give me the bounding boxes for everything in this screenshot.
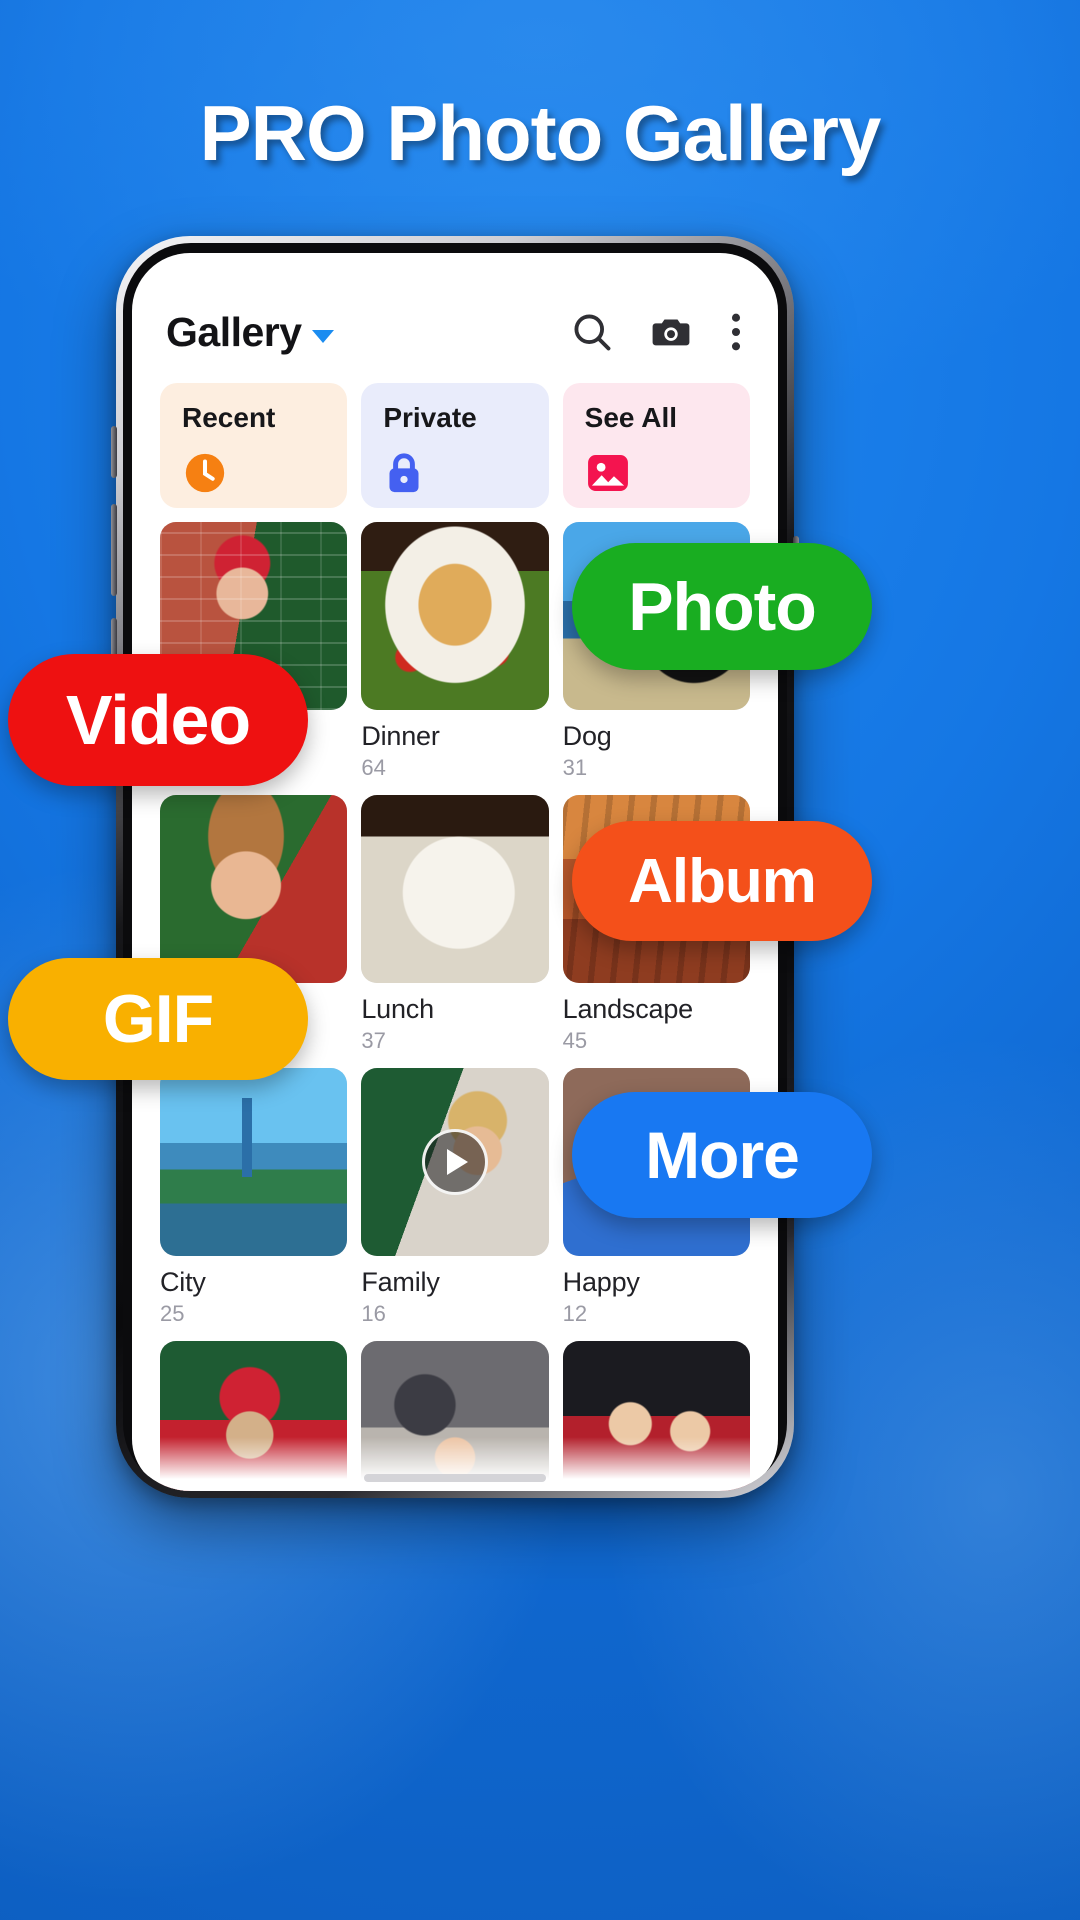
album-count: 45 <box>562 1028 588 1053</box>
album-count: 64 <box>361 755 386 780</box>
badge-gif: GIF <box>8 958 308 1080</box>
album-count: 16 <box>361 1301 386 1326</box>
quick-action-chips: Recent Private See All <box>132 359 778 508</box>
app-title[interactable]: Gallery <box>166 309 302 356</box>
lock-icon <box>383 450 548 501</box>
album-name: City <box>160 1267 206 1297</box>
album-count: 25 <box>160 1301 185 1326</box>
search-icon[interactable] <box>570 310 614 354</box>
album-artwork <box>160 795 348 983</box>
album-artwork <box>160 1068 348 1256</box>
album-count: 31 <box>562 755 588 780</box>
image-icon <box>585 450 750 501</box>
play-icon[interactable] <box>421 1129 488 1195</box>
album-thumbnail[interactable] <box>361 522 549 710</box>
clock-icon <box>182 450 347 501</box>
album-thumbnail[interactable] <box>361 795 549 983</box>
album-name: Family <box>361 1267 440 1297</box>
album-cell[interactable]: City 25 <box>160 1068 348 1327</box>
album-count: 37 <box>361 1028 386 1053</box>
chip-private-label: Private <box>383 402 477 433</box>
overflow-menu-icon[interactable] <box>728 310 744 354</box>
chip-recent[interactable]: Recent <box>160 383 348 508</box>
album-artwork <box>361 795 549 983</box>
bottom-fade <box>132 1437 778 1491</box>
camera-icon[interactable] <box>648 309 694 355</box>
app-header: Gallery <box>132 253 778 359</box>
badge-more: More <box>572 1092 872 1218</box>
album-name: Happy <box>562 1267 640 1297</box>
album-cell[interactable]: Dinner 64 <box>361 522 549 781</box>
badge-album: Album <box>572 821 872 941</box>
album-count: 12 <box>562 1301 588 1326</box>
chevron-down-icon[interactable] <box>311 329 334 343</box>
album-name: Dog <box>562 721 612 751</box>
chip-see-all[interactable]: See All <box>562 383 750 508</box>
page-title: PRO Photo Gallery <box>199 89 882 177</box>
badge-photo: Photo <box>572 543 872 670</box>
phone-button-silent <box>111 426 117 478</box>
album-artwork <box>361 522 549 710</box>
phone-button-volume-up <box>111 504 117 596</box>
home-indicator <box>364 1474 546 1482</box>
album-thumbnail[interactable] <box>361 1068 549 1256</box>
chip-private[interactable]: Private <box>361 383 549 508</box>
chip-recent-label: Recent <box>182 402 276 433</box>
album-cell[interactable]: Family 16 <box>361 1068 549 1327</box>
album-name: Landscape <box>562 994 694 1024</box>
chip-see-all-label: See All <box>584 402 677 433</box>
album-thumbnail[interactable] <box>160 795 348 983</box>
album-name: Dinner <box>361 721 440 751</box>
album-thumbnail[interactable] <box>160 1068 348 1256</box>
badge-video: Video <box>8 654 308 786</box>
album-cell[interactable]: Lunch 37 <box>361 795 549 1054</box>
album-name: Lunch <box>361 994 434 1024</box>
